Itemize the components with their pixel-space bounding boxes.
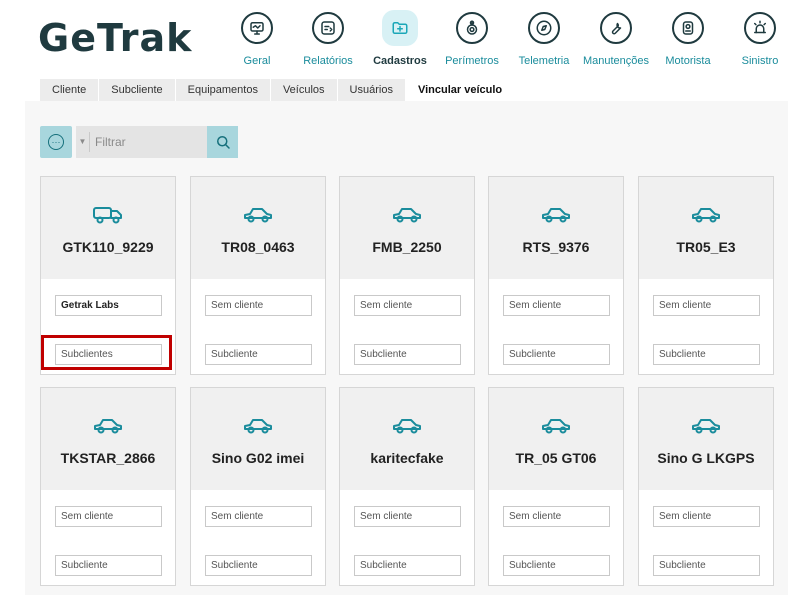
vehicle-name: Sino G LKGPS bbox=[657, 450, 755, 466]
client-input[interactable] bbox=[354, 506, 461, 527]
nav-label: Relatórios bbox=[303, 55, 353, 67]
subclient-input[interactable] bbox=[503, 555, 610, 576]
vehicle-card-header bbox=[191, 177, 325, 279]
client-input[interactable] bbox=[653, 295, 760, 316]
nav-item-sinistro[interactable]: Sinistro bbox=[720, 12, 788, 67]
vehicle-card-header bbox=[191, 388, 325, 490]
nav-item-manutencoes[interactable]: Manutenções bbox=[576, 12, 656, 67]
wrench-icon bbox=[600, 12, 632, 44]
vehicle-card-header bbox=[489, 388, 623, 490]
driver-icon bbox=[672, 12, 704, 44]
nav-item-cadastros[interactable]: Cadastros bbox=[360, 12, 440, 67]
tab-bar: Cliente Subcliente Equipamentos Veículos… bbox=[40, 79, 516, 101]
vehicle-card: TR_05 GT06 bbox=[488, 387, 624, 586]
filter-dropdown-icon[interactable]: ▼ bbox=[76, 132, 90, 152]
options-button[interactable]: ··· bbox=[40, 126, 72, 158]
car-icon bbox=[689, 414, 723, 436]
client-input[interactable] bbox=[653, 506, 760, 527]
nav-label: Motorista bbox=[665, 55, 711, 67]
nav-item-telemetria[interactable]: Telemetria bbox=[504, 12, 584, 67]
vehicle-card-header bbox=[340, 388, 474, 490]
nav-label: Geral bbox=[243, 55, 271, 67]
vehicle-card: TKSTAR_2866 bbox=[40, 387, 176, 586]
tab-cliente[interactable]: Cliente bbox=[40, 79, 100, 101]
vehicle-card: RTS_9376 bbox=[488, 176, 624, 375]
car-icon bbox=[390, 414, 424, 436]
nav-label: Cadastros bbox=[373, 55, 427, 67]
tab-usuarios[interactable]: Usuários bbox=[337, 79, 406, 101]
vehicle-card-header bbox=[639, 177, 773, 279]
vehicle-name: karitecfake bbox=[370, 450, 444, 466]
vehicle-name: RTS_9376 bbox=[522, 239, 590, 255]
nav-label: Sinistro bbox=[741, 55, 779, 67]
more-options-icon: ··· bbox=[48, 134, 64, 150]
tab-subcliente[interactable]: Subcliente bbox=[99, 79, 176, 101]
vehicle-card-header bbox=[639, 388, 773, 490]
vehicle-name: TR08_0463 bbox=[221, 239, 295, 255]
nav-label: Perímetros bbox=[445, 55, 499, 67]
subclient-input[interactable] bbox=[354, 555, 461, 576]
client-input[interactable] bbox=[55, 295, 162, 316]
subclient-input[interactable] bbox=[354, 344, 461, 365]
client-input[interactable] bbox=[354, 295, 461, 316]
vehicle-card: FMB_2250 bbox=[339, 176, 475, 375]
vehicle-card-header bbox=[489, 177, 623, 279]
client-input[interactable] bbox=[205, 506, 312, 527]
vehicle-card: TR05_E3 bbox=[638, 176, 774, 375]
alarm-icon bbox=[744, 12, 776, 44]
monitor-icon bbox=[241, 12, 273, 44]
car-icon bbox=[241, 414, 275, 436]
car-icon bbox=[241, 203, 275, 225]
filter-input[interactable] bbox=[90, 127, 207, 157]
car-icon bbox=[91, 414, 125, 436]
vehicle-name: GTK110_9229 bbox=[62, 239, 154, 255]
folder-plus-icon bbox=[384, 12, 416, 44]
nav-label: Telemetria bbox=[518, 55, 570, 67]
highlight-box bbox=[41, 335, 172, 370]
vehicle-name: TR_05 GT06 bbox=[515, 450, 597, 466]
vehicle-card: Sino G02 imei bbox=[190, 387, 326, 586]
nav-item-relatorios[interactable]: Relatórios bbox=[288, 12, 368, 67]
nav-item-motorista[interactable]: Motorista bbox=[648, 12, 728, 67]
car-icon bbox=[539, 203, 573, 225]
compass-icon bbox=[528, 12, 560, 44]
search-button[interactable] bbox=[207, 126, 238, 158]
subclient-input[interactable] bbox=[653, 344, 760, 365]
subclient-input[interactable] bbox=[653, 555, 760, 576]
tab-equipamentos[interactable]: Equipamentos bbox=[175, 79, 271, 101]
vehicle-name: TKSTAR_2866 bbox=[60, 450, 156, 466]
subclient-input[interactable] bbox=[205, 344, 312, 365]
tab-vincular-veiculo[interactable]: Vincular veículo bbox=[405, 79, 516, 101]
top-header: GeTrak Geral Relatórios Cadastros Períme… bbox=[0, 0, 788, 76]
vehicle-card-header bbox=[340, 177, 474, 279]
vehicle-name: TR05_E3 bbox=[676, 239, 736, 255]
filter-field: ▼ bbox=[76, 126, 207, 158]
geofence-icon bbox=[456, 12, 488, 44]
nav-item-geral[interactable]: Geral bbox=[217, 12, 297, 67]
vehicle-card-header bbox=[41, 177, 175, 279]
subclient-input[interactable] bbox=[503, 344, 610, 365]
nav-label: Manutenções bbox=[582, 55, 650, 67]
nav-item-perimetros[interactable]: Perímetros bbox=[432, 12, 512, 67]
truck-icon bbox=[91, 203, 125, 225]
vehicle-card: Sino G LKGPS bbox=[638, 387, 774, 586]
tab-veiculos[interactable]: Veículos bbox=[270, 79, 338, 101]
client-input[interactable] bbox=[55, 506, 162, 527]
client-input[interactable] bbox=[503, 295, 610, 316]
vehicle-card-header bbox=[41, 388, 175, 490]
report-icon bbox=[312, 12, 344, 44]
search-icon bbox=[216, 136, 230, 149]
vehicle-card: karitecfake bbox=[339, 387, 475, 586]
subclient-input[interactable] bbox=[55, 555, 162, 576]
car-icon bbox=[539, 414, 573, 436]
car-icon bbox=[390, 203, 424, 225]
client-input[interactable] bbox=[503, 506, 610, 527]
vehicle-name: Sino G02 imei bbox=[211, 450, 305, 466]
car-icon bbox=[689, 203, 723, 225]
client-input[interactable] bbox=[205, 295, 312, 316]
vehicle-card: TR08_0463 bbox=[190, 176, 326, 375]
brand-logo[interactable]: GeTrak bbox=[38, 16, 192, 60]
subclient-input[interactable] bbox=[205, 555, 312, 576]
vehicle-name: FMB_2250 bbox=[372, 239, 442, 255]
